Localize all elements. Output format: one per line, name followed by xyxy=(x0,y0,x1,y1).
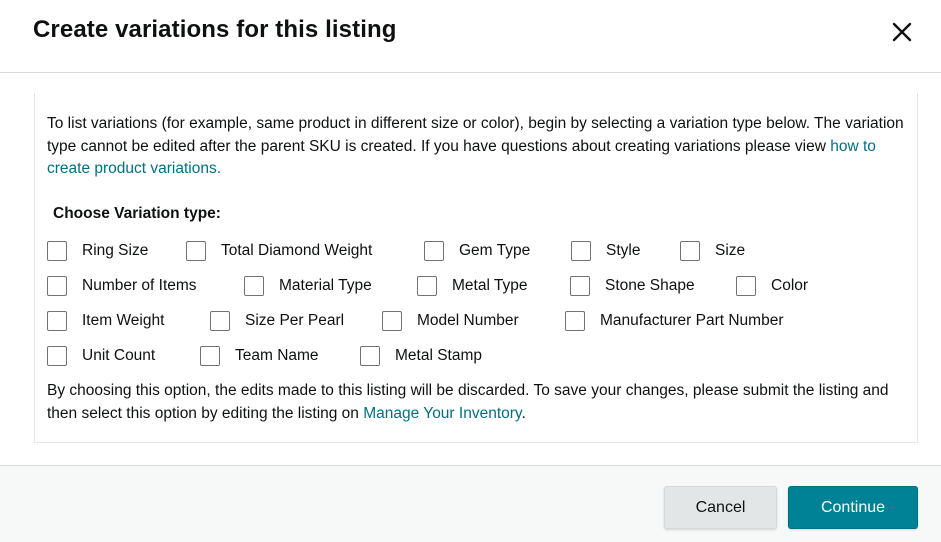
checkbox-size-per-pearl[interactable]: Size Per Pearl xyxy=(210,309,344,333)
checkbox-label: Style xyxy=(606,242,641,259)
checkbox-gem-type[interactable]: Gem Type xyxy=(424,239,530,263)
checkbox-label: Stone Shape xyxy=(605,277,695,294)
dialog-header: Create variations for this listing xyxy=(0,0,941,73)
checkbox-label: Number of Items xyxy=(82,277,197,294)
checkbox-ring-size[interactable]: Ring Size xyxy=(47,239,148,263)
dialog-footer: Cancel Continue xyxy=(0,465,941,542)
checkbox-box[interactable] xyxy=(417,276,437,296)
checkbox-manufacturer-part-number[interactable]: Manufacturer Part Number xyxy=(565,309,784,333)
checkbox-box[interactable] xyxy=(360,346,380,366)
note-suffix: . xyxy=(521,404,526,422)
checkbox-box[interactable] xyxy=(244,276,264,296)
checkbox-label: Color xyxy=(771,277,809,294)
checkbox-total-diamond-weight[interactable]: Total Diamond Weight xyxy=(186,239,372,263)
checkbox-model-number[interactable]: Model Number xyxy=(382,309,519,333)
variation-row-4: Unit Count Team Name Metal Stamp xyxy=(47,344,907,368)
intro-text: To list variations (for example, same pr… xyxy=(47,113,909,181)
checkbox-label: Size xyxy=(715,242,746,259)
checkbox-box[interactable] xyxy=(571,241,591,261)
checkbox-box[interactable] xyxy=(47,311,67,331)
checkbox-metal-stamp[interactable]: Metal Stamp xyxy=(360,344,482,368)
checkbox-label: Metal Type xyxy=(452,277,528,294)
checkbox-size[interactable]: Size xyxy=(680,239,745,263)
checkbox-material-type[interactable]: Material Type xyxy=(244,274,372,298)
variation-panel: To list variations (for example, same pr… xyxy=(34,93,918,443)
checkbox-box[interactable] xyxy=(680,241,700,261)
close-button[interactable] xyxy=(889,19,915,45)
checkbox-team-name[interactable]: Team Name xyxy=(200,344,319,368)
checkbox-box[interactable] xyxy=(47,241,67,261)
intro-body: To list variations (for example, same pr… xyxy=(47,115,904,155)
checkbox-label: Manufacturer Part Number xyxy=(600,312,784,329)
checkbox-style[interactable]: Style xyxy=(571,239,640,263)
variation-row-2: Number of Items Material Type Metal Type… xyxy=(47,274,907,298)
checkbox-label: Material Type xyxy=(279,277,372,294)
checkbox-box[interactable] xyxy=(736,276,756,296)
checkbox-box[interactable] xyxy=(382,311,402,331)
checkbox-item-weight[interactable]: Item Weight xyxy=(47,309,164,333)
checkbox-label: Ring Size xyxy=(82,242,149,259)
checkbox-metal-type[interactable]: Metal Type xyxy=(417,274,528,298)
cancel-button[interactable]: Cancel xyxy=(664,486,777,529)
checkbox-box[interactable] xyxy=(570,276,590,296)
continue-button[interactable]: Continue xyxy=(788,486,918,529)
manage-inventory-link[interactable]: Manage Your Inventory xyxy=(363,405,521,422)
close-icon xyxy=(892,22,912,42)
checkbox-stone-shape[interactable]: Stone Shape xyxy=(570,274,695,298)
checkbox-color[interactable]: Color xyxy=(736,274,808,298)
checkbox-label: Unit Count xyxy=(82,347,156,364)
checkbox-label: Total Diamond Weight xyxy=(221,242,373,259)
checkbox-box[interactable] xyxy=(47,346,67,366)
create-variations-dialog: Create variations for this listing To li… xyxy=(0,0,941,542)
checkbox-box[interactable] xyxy=(47,276,67,296)
dialog-title: Create variations for this listing xyxy=(33,16,397,43)
checkbox-label: Size Per Pearl xyxy=(245,312,345,329)
checkbox-label: Metal Stamp xyxy=(395,347,483,364)
checkbox-label: Item Weight xyxy=(82,312,165,329)
checkbox-label: Gem Type xyxy=(459,242,531,259)
checkbox-number-of-items[interactable]: Number of Items xyxy=(47,274,197,298)
checkbox-box[interactable] xyxy=(424,241,444,261)
checkbox-box[interactable] xyxy=(200,346,220,366)
checkbox-box[interactable] xyxy=(186,241,206,261)
choose-variation-heading: Choose Variation type: xyxy=(53,205,221,222)
checkbox-label: Model Number xyxy=(417,312,519,329)
dialog-body: To list variations (for example, same pr… xyxy=(0,73,941,465)
checkbox-box[interactable] xyxy=(210,311,230,331)
checkbox-box[interactable] xyxy=(565,311,585,331)
checkbox-unit-count[interactable]: Unit Count xyxy=(47,344,155,368)
discard-warning-text: By choosing this option, the edits made … xyxy=(47,380,909,425)
variation-row-1: Ring Size Total Diamond Weight Gem Type … xyxy=(47,239,907,263)
variation-row-3: Item Weight Size Per Pearl Model Number … xyxy=(47,309,907,333)
checkbox-label: Team Name xyxy=(235,347,319,364)
